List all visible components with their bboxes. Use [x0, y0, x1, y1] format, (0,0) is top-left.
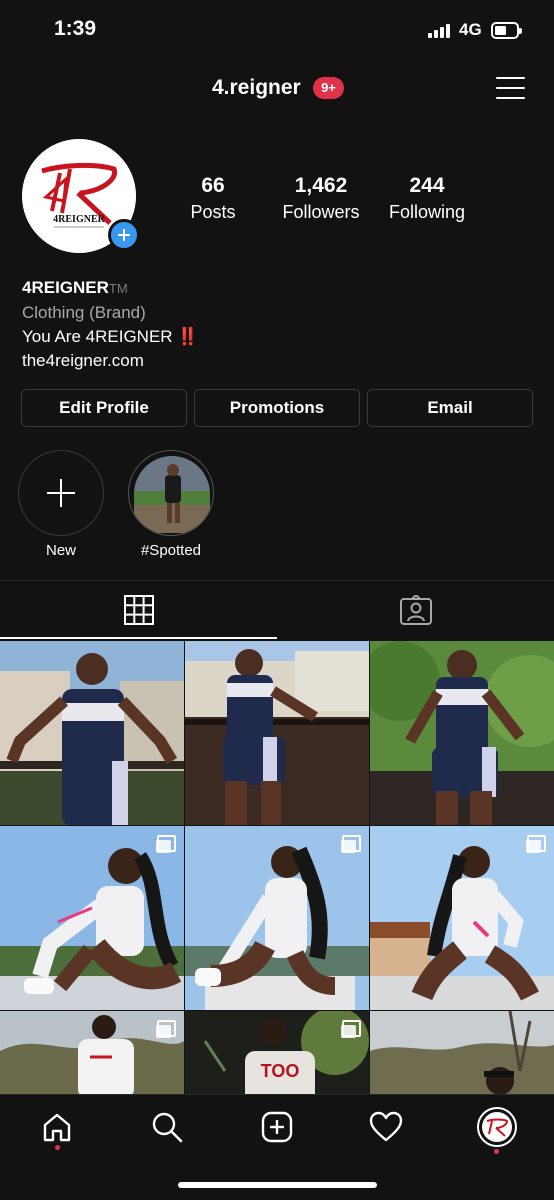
- highlight-label: #Spotted: [140, 542, 202, 559]
- tab-tagged[interactable]: [277, 581, 554, 638]
- highlight-spotted[interactable]: #Spotted: [128, 450, 214, 559]
- spotted-highlight-cover[interactable]: [128, 450, 214, 536]
- double-exclamation-icon: ‼️: [177, 327, 199, 346]
- nav-home[interactable]: [35, 1105, 79, 1150]
- profile-avatar-icon: [477, 1107, 517, 1147]
- website-link[interactable]: the4reigner.com: [22, 349, 198, 373]
- followers-count: 1,462: [294, 174, 348, 197]
- promotions-button[interactable]: Promotions: [194, 389, 360, 427]
- post-thumbnail[interactable]: [0, 641, 184, 825]
- bio-text: You Are 4REIGNER: [22, 327, 173, 346]
- nav-search[interactable]: [145, 1105, 189, 1149]
- tab-grid[interactable]: [0, 581, 277, 638]
- active-tab-indicator: [0, 637, 277, 639]
- multiple-photos-icon: [526, 835, 546, 853]
- posts-label: Posts: [190, 202, 236, 222]
- battery-icon: [491, 22, 522, 39]
- following-count: 244: [409, 174, 445, 197]
- followers-stat[interactable]: 1,462 Followers: [276, 174, 366, 223]
- svg-text:TOO: TOO: [261, 1061, 300, 1081]
- plus-icon: [47, 479, 75, 507]
- home-icon: [43, 1113, 71, 1142]
- trademark-mark: TM: [108, 281, 128, 296]
- search-icon: [152, 1112, 183, 1143]
- cellular-signal-icon: [428, 24, 450, 38]
- post-thumbnail[interactable]: TOO: [185, 1011, 369, 1094]
- following-label: Following: [388, 202, 466, 222]
- new-post-icon: [261, 1111, 293, 1143]
- grid-icon: [123, 594, 154, 625]
- nav-activity[interactable]: [364, 1105, 408, 1149]
- profile-activity-dot: [494, 1149, 499, 1154]
- edit-profile-button[interactable]: Edit Profile: [21, 389, 187, 427]
- avatar-logo-text: 4REIGNER: [53, 214, 105, 225]
- nav-new-post[interactable]: [255, 1105, 299, 1149]
- profile-name: 4REIGNER: [22, 278, 109, 297]
- multiple-photos-icon: [341, 835, 361, 853]
- profile-category: Clothing (Brand): [22, 303, 146, 322]
- posts-stat[interactable]: 66 Posts: [186, 174, 240, 223]
- email-button[interactable]: Email: [367, 389, 533, 427]
- notification-badge[interactable]: 9+: [313, 77, 344, 99]
- hamburger-menu-icon[interactable]: [496, 77, 525, 101]
- new-highlight-circle[interactable]: [18, 450, 104, 536]
- highlight-new[interactable]: New: [18, 450, 104, 559]
- post-thumbnail[interactable]: [185, 641, 369, 825]
- post-thumbnail[interactable]: [0, 1011, 184, 1094]
- profile-header: 4.reigner 9+: [0, 66, 554, 114]
- multiple-photos-icon: [156, 835, 176, 853]
- followers-label: Followers: [282, 202, 360, 222]
- heart-icon: [369, 1111, 403, 1142]
- profile-bio: 4REIGNERTM Clothing (Brand) You Are 4REI…: [22, 276, 198, 373]
- multiple-photos-icon: [341, 1020, 361, 1038]
- home-indicator[interactable]: [178, 1182, 377, 1188]
- post-thumbnail[interactable]: [185, 826, 369, 1010]
- tagged-icon: [399, 594, 432, 625]
- home-activity-dot: [55, 1145, 60, 1150]
- add-story-plus-icon[interactable]: [108, 219, 140, 251]
- posts-grid: TOO: [0, 641, 554, 1094]
- post-thumbnail[interactable]: [370, 826, 554, 1010]
- posts-count: 66: [201, 174, 225, 197]
- network-type: 4G: [459, 20, 482, 39]
- highlight-label: New: [45, 542, 76, 559]
- post-thumbnail[interactable]: [370, 641, 554, 825]
- post-thumbnail[interactable]: [370, 1011, 554, 1094]
- status-bar: 1:39 4G: [0, 0, 554, 60]
- account-switcher-username[interactable]: 4.reigner: [212, 76, 301, 100]
- status-time: 1:39: [54, 17, 97, 40]
- nav-profile[interactable]: [475, 1105, 519, 1154]
- post-thumbnail[interactable]: [0, 826, 184, 1010]
- multiple-photos-icon: [156, 1020, 176, 1038]
- following-stat[interactable]: 244 Following: [384, 174, 470, 223]
